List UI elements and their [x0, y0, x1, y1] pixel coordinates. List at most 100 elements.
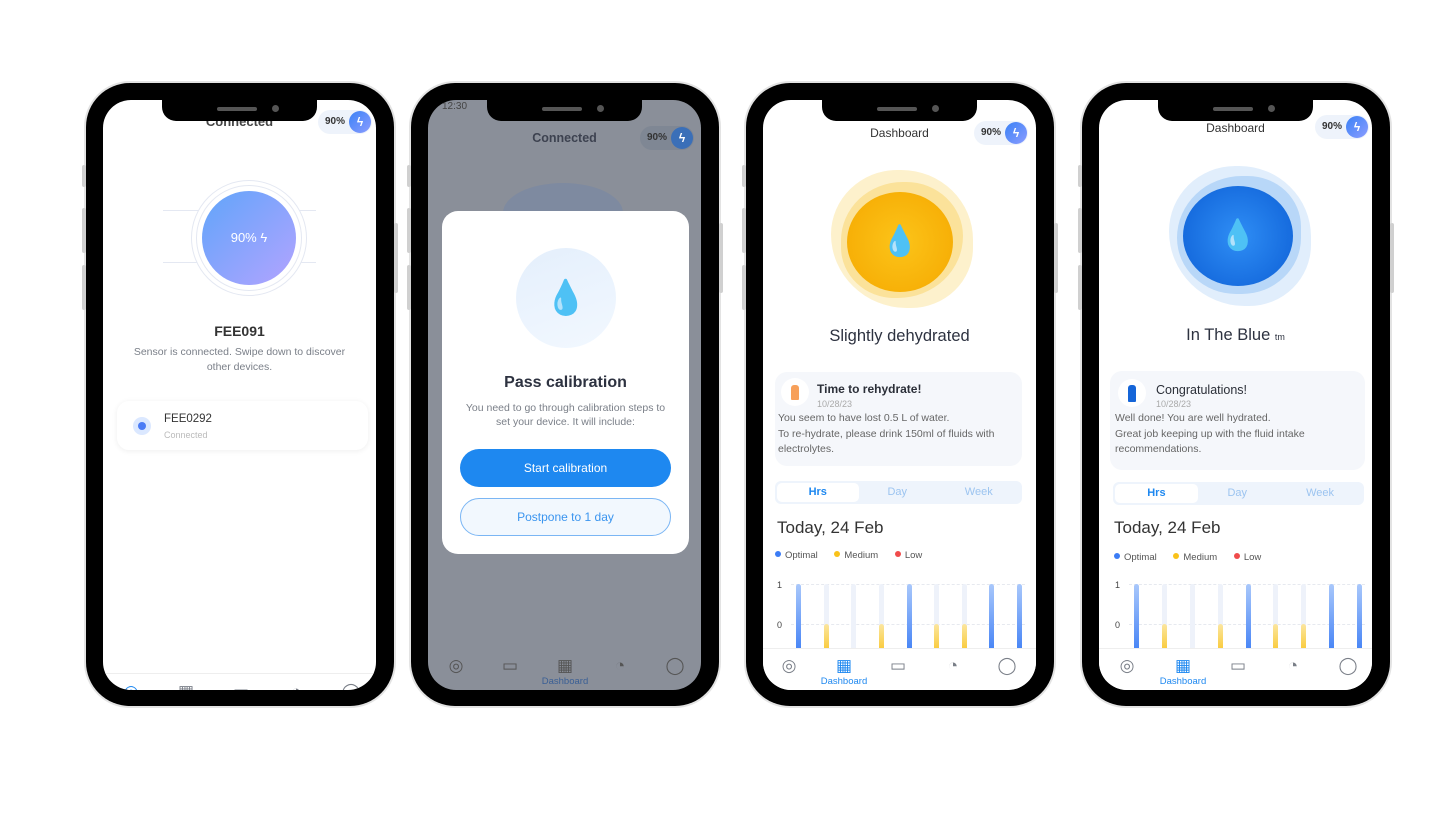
start-calibration-button[interactable]: Start calibration: [460, 449, 671, 487]
device-name: FEE091: [214, 323, 265, 339]
date-heading: Today, 24 Feb: [1114, 518, 1221, 537]
nav-profile-icon[interactable]: ◯: [977, 656, 1036, 676]
period-tabs: Hrs Day Week: [775, 481, 1022, 504]
nav-sensor-icon[interactable]: ◎: [763, 656, 819, 676]
tab-week[interactable]: Week: [1279, 484, 1362, 503]
screen: Connected 90% ϟ 90% ϟ FEE091 Sensor is co…: [103, 100, 376, 690]
notch: [487, 100, 642, 121]
bar-track: [851, 584, 857, 658]
nav-dashboard-tab[interactable]: ▦ Dashboard: [814, 656, 874, 688]
notch: [1158, 100, 1313, 121]
nav-bell-icon[interactable]: ◔: [590, 656, 650, 676]
battery-pill[interactable]: 90% ϟ: [318, 110, 372, 134]
bar-optimal: [1134, 584, 1139, 658]
hydration-chart: 10: [1113, 578, 1365, 658]
nav-dashboard-tab[interactable]: ▦ Dashboard: [535, 656, 595, 688]
notice-text-2: Great job keeping up with the fluid inta…: [1115, 428, 1305, 455]
bolt-icon: ϟ: [349, 111, 371, 133]
notice-card: Time to rehydrate! 10/28/23 You seem to …: [775, 372, 1022, 466]
side-button: [1078, 165, 1082, 187]
side-button: [407, 208, 411, 253]
nav-sensor-icon[interactable]: ◎: [1099, 656, 1157, 676]
tab-hrs[interactable]: Hrs: [1115, 484, 1198, 503]
status-dot-icon: [133, 417, 151, 435]
y-tick-label: 0: [1115, 620, 1121, 630]
status-time: 12:30: [442, 101, 468, 112]
battery-pill[interactable]: 90% ϟ: [1315, 115, 1369, 139]
nav-bell-icon[interactable]: ◔: [1263, 656, 1323, 676]
phone-calibration: 12:30 Connected 90% ϟ 💧 Pass calibration …: [407, 83, 723, 706]
calibration-modal: 💧 Pass calibration You need to go throug…: [442, 211, 689, 554]
side-button: [394, 223, 398, 293]
y-tick-label: 1: [777, 580, 783, 590]
bolt-icon: ϟ: [1005, 122, 1027, 144]
tab-week[interactable]: Week: [938, 483, 1020, 502]
nav-calendar-icon[interactable]: ▭: [868, 656, 928, 676]
notice-title: Time to rehydrate!: [817, 382, 922, 396]
phone-connected: Connected 90% ϟ 90% ϟ FEE091 Sensor is co…: [82, 83, 398, 706]
y-tick-label: 0: [777, 620, 783, 630]
notice-date: 10/28/23: [817, 399, 853, 409]
nav-sensor-icon[interactable]: ◎: [428, 656, 486, 676]
notice-title: Congratulations!: [1156, 383, 1248, 397]
legend-medium: Medium: [834, 550, 878, 561]
nav-calendar-icon[interactable]: ▭: [211, 682, 271, 690]
legend-optimal: Optimal: [1114, 552, 1157, 563]
bottom-nav: ◎ ▦ ▭ ◔ ◯: [103, 678, 376, 690]
nav-calendar-icon[interactable]: ▭: [1208, 656, 1268, 676]
bar-track: [1189, 584, 1195, 658]
nav-dashboard-tab[interactable]: ▦ Dashboard: [1153, 656, 1213, 688]
nav-dashboard-icon[interactable]: ▦: [156, 682, 216, 690]
screen: Dashboard 90% ϟ 💧 Slightly dehydrated Tim…: [763, 100, 1036, 690]
side-button: [742, 165, 746, 187]
side-button: [1054, 223, 1058, 293]
notch: [822, 100, 977, 121]
nav-bell-icon[interactable]: ◔: [923, 656, 983, 676]
device-item-name: FEE0292: [164, 413, 212, 425]
nav-calendar-icon[interactable]: ▭: [480, 656, 540, 676]
nav-profile-icon[interactable]: ◯: [1318, 656, 1372, 676]
side-button: [407, 165, 411, 187]
screen: 12:30 Connected 90% ϟ 💧 Pass calibration …: [428, 100, 701, 690]
bottom-nav: ◎ ▭ ▦ Dashboard ◔ ◯: [428, 652, 701, 690]
battery-pill[interactable]: 90% ϟ: [640, 126, 694, 150]
device-description: Sensor is connected. Swipe down to disco…: [133, 346, 346, 373]
phone-dehydrated: Dashboard 90% ϟ 💧 Slightly dehydrated Tim…: [742, 83, 1058, 706]
side-button: [742, 208, 746, 253]
hydration-chart: 10: [775, 578, 1025, 658]
bottom-nav: ◎ ▦ Dashboard ▭ ◔ ◯: [1099, 652, 1372, 690]
tab-day[interactable]: Day: [1196, 484, 1279, 503]
modal-text: You need to go through calibration steps…: [465, 402, 666, 428]
notice-text-1: Well done! You are well hydrated.: [1115, 412, 1271, 424]
side-button: [82, 165, 86, 187]
hydration-status: In The Blue tm: [1186, 326, 1285, 344]
side-button: [1390, 223, 1394, 293]
notch: [162, 100, 317, 121]
notice-date: 10/28/23: [1156, 399, 1192, 409]
fingerprint-drop-icon: 💧: [1183, 186, 1293, 286]
nav-bell-icon[interactable]: ◔: [266, 682, 326, 690]
bolt-icon: ϟ: [260, 230, 268, 245]
nav-profile-icon[interactable]: ◯: [645, 656, 701, 676]
postpone-button[interactable]: Postpone to 1 day: [460, 498, 671, 536]
legend-low: Low: [894, 550, 922, 561]
legend-optimal: Optimal: [775, 550, 818, 561]
bar-optimal: [1357, 584, 1362, 658]
side-button: [1078, 208, 1082, 253]
chart-legend: Optimal Medium Low: [775, 550, 936, 561]
side-button: [1078, 265, 1082, 310]
y-tick-label: 1: [1115, 580, 1121, 590]
notice-text-1: You seem to have lost 0.5 L of water.: [778, 412, 950, 424]
bolt-icon: ϟ: [1346, 116, 1368, 138]
watch-battery: 90%: [230, 230, 257, 245]
chart-legend: Optimal Medium Low: [1114, 552, 1275, 563]
battery-pill[interactable]: 90% ϟ: [974, 121, 1028, 145]
tab-day[interactable]: Day: [857, 483, 939, 502]
nav-profile-icon[interactable]: ◯: [321, 682, 376, 690]
modal-title: Pass calibration: [504, 374, 627, 391]
side-button: [82, 265, 86, 310]
tab-hrs[interactable]: Hrs: [777, 483, 859, 502]
nav-sensor-icon[interactable]: ◎: [103, 682, 161, 690]
notice-text-2: To re-hydrate, please drink 150ml of flu…: [778, 428, 995, 455]
device-list-item[interactable]: FEE0292 Connected: [117, 401, 368, 450]
